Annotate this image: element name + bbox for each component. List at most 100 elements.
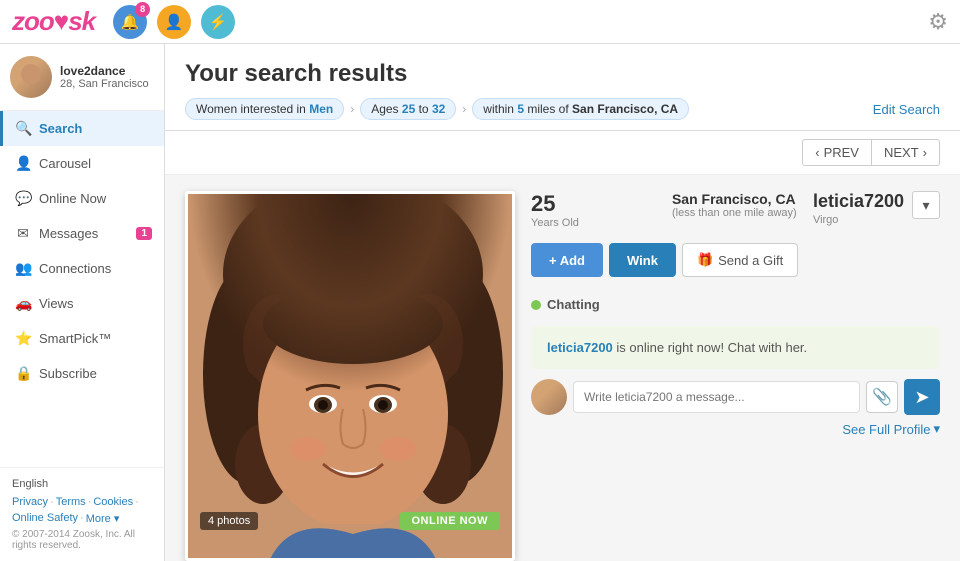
online-icon: 💬 — [15, 190, 31, 207]
search-icon: 🔍 — [15, 120, 31, 137]
profile-photo[interactable]: 4 photos ONLINE NOW — [185, 191, 515, 561]
sidebar-item-online[interactable]: 💬 Online Now — [0, 181, 164, 216]
messages-icon: ✉ — [15, 225, 31, 242]
wink-button[interactable]: Wink — [609, 243, 676, 277]
avatar — [10, 56, 52, 98]
photo-count: 4 photos — [200, 512, 258, 530]
main-header: Your search results Women interested in … — [165, 44, 960, 131]
send-icon: ➤ — [914, 387, 929, 408]
filter-arrow-1: › — [350, 102, 354, 116]
notifications-button[interactable]: 🔔 8 — [113, 5, 147, 39]
sidebar-item-views[interactable]: 🚗 Views — [0, 286, 164, 321]
sidebar-item-label: Search — [39, 121, 82, 136]
sidebar-item-messages[interactable]: ✉ Messages 1 — [0, 216, 164, 251]
activity-button[interactable]: ⚡ — [201, 5, 235, 39]
settings-button[interactable]: ⚙ — [928, 9, 948, 35]
matches-icon: 👤 — [165, 13, 184, 31]
chevron-down-icon-profile: ▾ — [933, 421, 940, 437]
see-full-profile-link[interactable]: See Full Profile ▾ — [531, 421, 940, 437]
profile-dropdown-button[interactable]: ▾ — [912, 191, 940, 219]
user-name: love2dance — [60, 64, 149, 78]
next-button[interactable]: NEXT › — [872, 139, 940, 166]
sidebar-item-label: Views — [39, 296, 73, 311]
sidebar-item-label: Online Now — [39, 191, 106, 206]
profile-username-block: leticia7200 Virgo — [813, 191, 904, 226]
filter-bar: Women interested in Men › Ages 25 to 32 … — [185, 98, 940, 120]
header-icons: 🔔 8 👤 ⚡ — [113, 5, 235, 39]
online-badge: ONLINE NOW — [400, 512, 501, 530]
chat-area: leticia7200 is online right now! Chat wi… — [531, 326, 940, 369]
filter-age: Ages 25 to 32 — [360, 98, 456, 120]
user-info: love2dance 28, San Francisco — [0, 44, 164, 111]
profile-info: 25 Years Old San Francisco, CA (less tha… — [531, 191, 940, 561]
filter-arrow-2: › — [462, 102, 466, 116]
layout: love2dance 28, San Francisco 🔍 Search 👤 … — [0, 44, 960, 561]
filter-gender: Women interested in Men — [185, 98, 344, 120]
language-selector[interactable]: English — [12, 478, 152, 490]
views-icon: 🚗 — [15, 295, 31, 312]
sidebar-item-label: Subscribe — [39, 366, 97, 381]
pagination-bar: ‹ PREV NEXT › — [165, 131, 960, 175]
see-full-profile: See Full Profile ▾ — [531, 415, 940, 437]
footer-links-2: Online Safety · More ▾ — [12, 512, 152, 525]
message-row: 📎 ➤ — [531, 379, 940, 415]
sidebar-item-label: Connections — [39, 261, 111, 276]
sidebar: love2dance 28, San Francisco 🔍 Search 👤 … — [0, 44, 165, 561]
sidebar-item-search[interactable]: 🔍 Search — [0, 111, 164, 146]
send-button[interactable]: ➤ — [904, 379, 940, 415]
chat-message: is online right now! Chat with her. — [613, 340, 807, 355]
add-button[interactable]: + Add — [531, 243, 603, 277]
sidebar-item-subscribe[interactable]: 🔒 Subscribe — [0, 356, 164, 391]
connections-icon: 👥 — [15, 260, 31, 277]
action-buttons: + Add Wink 🎁 Send a Gift — [531, 243, 940, 277]
sidebar-item-carousel[interactable]: 👤 Carousel — [0, 146, 164, 181]
carousel-icon: 👤 — [15, 155, 31, 172]
profile-location: San Francisco, CA (less than one mile aw… — [672, 191, 813, 219]
chat-username: leticia7200 — [547, 340, 613, 355]
copyright: © 2007-2014 Zoosk, Inc. All rights reser… — [12, 529, 152, 551]
terms-link[interactable]: Terms — [56, 496, 86, 508]
sidebar-item-connections[interactable]: 👥 Connections — [0, 251, 164, 286]
chatting-label: Chatting — [547, 297, 600, 312]
gift-icon: 🎁 — [697, 252, 713, 268]
more-link[interactable]: More ▾ — [86, 512, 120, 525]
sender-avatar — [531, 379, 567, 415]
filter-location: within 5 miles of San Francisco, CA — [472, 98, 689, 120]
online-safety-link[interactable]: Online Safety — [12, 512, 78, 525]
message-input[interactable] — [573, 381, 860, 413]
profile-photo-section: 4 photos ONLINE NOW — [185, 191, 515, 561]
sidebar-footer: English Privacy · Terms · Cookies · Onli… — [0, 467, 164, 561]
chatting-status: Chatting — [531, 291, 940, 318]
sidebar-item-label: SmartPick™ — [39, 331, 111, 346]
photo-face — [188, 194, 512, 558]
profile-area: 4 photos ONLINE NOW 25 Years Old San Fra… — [165, 175, 960, 561]
smartpick-icon: ⭐ — [15, 330, 31, 347]
sidebar-item-label: Messages — [39, 226, 98, 241]
edit-search-button[interactable]: Edit Search — [873, 102, 940, 117]
header: zoo♥sk 🔔 8 👤 ⚡ ⚙ — [0, 0, 960, 44]
prev-button[interactable]: ‹ PREV — [802, 139, 872, 166]
attachment-button[interactable]: 📎 — [866, 381, 898, 413]
profile-image-svg — [188, 194, 515, 561]
page-title: Your search results — [185, 60, 940, 88]
nav-items: 🔍 Search 👤 Carousel 💬 Online Now ✉ Messa… — [0, 111, 164, 467]
activity-icon: ⚡ — [209, 13, 228, 31]
main-content: Your search results Women interested in … — [165, 44, 960, 561]
sidebar-item-smartpick[interactable]: ⭐ SmartPick™ — [0, 321, 164, 356]
privacy-link[interactable]: Privacy — [12, 496, 48, 508]
footer-links: Privacy · Terms · Cookies · — [12, 496, 152, 508]
profile-top: 25 Years Old San Francisco, CA (less tha… — [531, 191, 940, 229]
attachment-icon: 📎 — [872, 387, 892, 407]
matches-button[interactable]: 👤 — [157, 5, 191, 39]
notifications-badge: 8 — [135, 2, 150, 17]
send-gift-button[interactable]: 🎁 Send a Gift — [682, 243, 798, 277]
cookies-link[interactable]: Cookies — [93, 496, 133, 508]
chevron-down-icon: ▾ — [923, 197, 930, 214]
online-dot — [531, 300, 541, 310]
subscribe-icon: 🔒 — [15, 365, 31, 382]
sidebar-item-label: Carousel — [39, 156, 91, 171]
logo: zoo♥sk — [12, 6, 95, 37]
profile-age: 25 Years Old — [531, 191, 672, 229]
user-meta: 28, San Francisco — [60, 78, 149, 90]
messages-badge: 1 — [136, 227, 152, 240]
